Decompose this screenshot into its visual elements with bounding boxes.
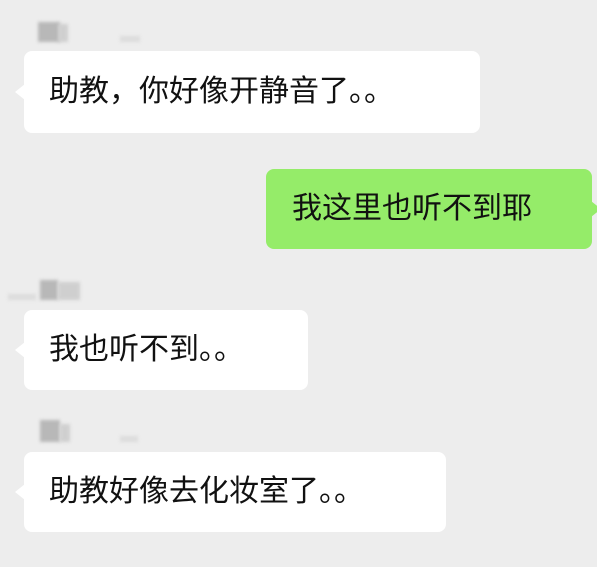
sender-name-blurred: [120, 36, 140, 42]
chat-screen: { "messages": [ { "side": "left", "text"…: [0, 0, 597, 567]
sender-name-blurred: [60, 424, 70, 442]
message-bubble-incoming[interactable]: 助教好像去化妆室了。。: [15, 452, 446, 532]
message-bubble-incoming[interactable]: 我也听不到。。: [15, 310, 308, 390]
message-text: 助教好像去化妆室了。。: [49, 474, 364, 509]
sender-name-blurred: [8, 294, 36, 300]
bubble-tail: [15, 84, 25, 100]
message-bubble-incoming[interactable]: 助教，你好像开静音了。。: [15, 51, 480, 133]
message-text: 我这里也听不到耶: [292, 191, 532, 226]
bubble-tail: [15, 484, 25, 500]
sender-name-blurred: [40, 420, 60, 442]
bubble-tail: [15, 342, 25, 358]
sender-name-blurred: [58, 282, 80, 300]
message-bubble-outgoing[interactable]: 我这里也听不到耶: [266, 169, 597, 249]
sender-name-blurred: [38, 22, 60, 42]
sender-name-blurred: [58, 24, 68, 42]
sender-name-blurred: [40, 280, 58, 300]
message-text: 我也听不到。。: [49, 332, 244, 367]
bubble-tail: [591, 201, 597, 217]
message-text: 助教，你好像开静音了。。: [49, 74, 394, 109]
sender-name-blurred: [120, 436, 138, 442]
